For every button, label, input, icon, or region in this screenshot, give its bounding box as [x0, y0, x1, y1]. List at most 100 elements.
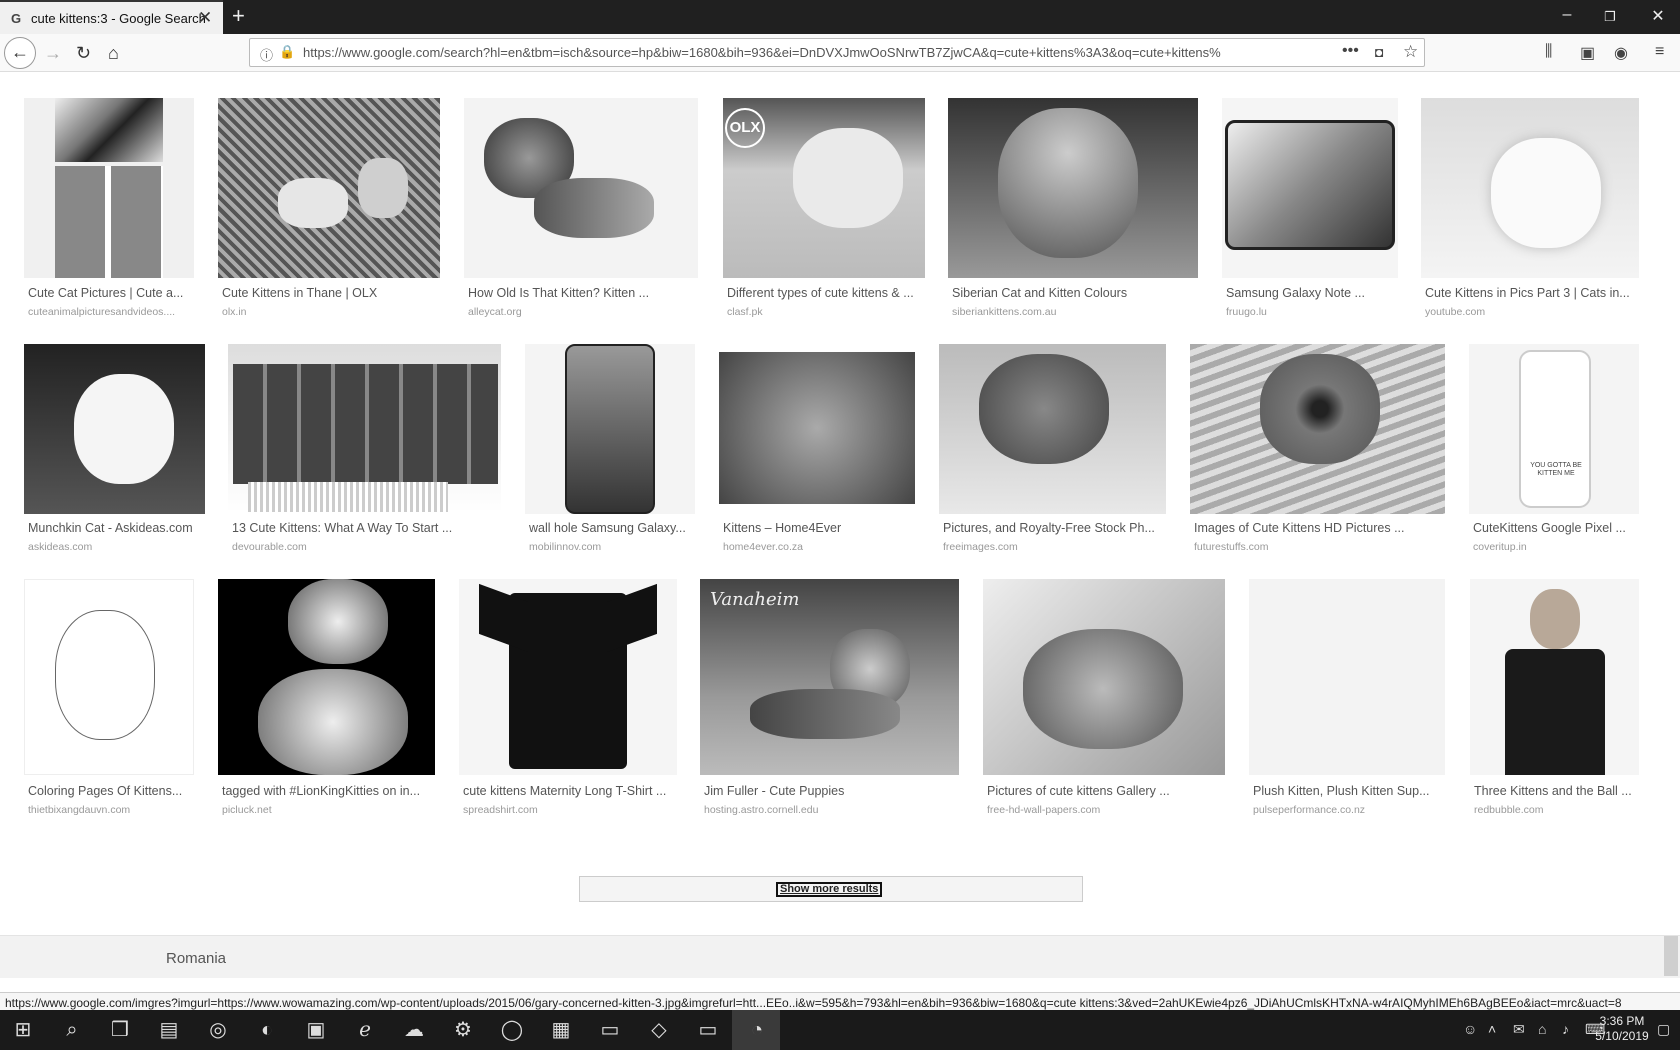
result-source: free-hd-wall-papers.com — [987, 804, 1101, 816]
result-image-21[interactable] — [1470, 579, 1639, 775]
result-caption[interactable]: 13 Cute Kittens: What A Way To Start ... — [232, 521, 501, 535]
menu-icon[interactable]: ≡ — [1655, 43, 1664, 61]
result-source: alleycat.org — [468, 306, 522, 318]
task-view-icon[interactable]: ❒ — [107, 1017, 133, 1043]
result-caption[interactable]: Pictures, and Royalty-Free Stock Ph... — [943, 521, 1166, 535]
result-image-9[interactable] — [228, 344, 501, 512]
result-caption[interactable]: Images of Cute Kittens HD Pictures ... — [1194, 521, 1445, 535]
result-caption[interactable]: Different types of cute kittens & ... — [727, 286, 925, 300]
bookmark-star-icon[interactable]: ☆ — [1403, 42, 1418, 62]
result-image-16[interactable] — [218, 579, 435, 775]
result-image-14[interactable]: YOU GOTTA BE KITTEN ME — [1469, 344, 1639, 514]
firefox-icon[interactable]: ◔ — [744, 1017, 770, 1043]
chrome-icon[interactable]: ◎ — [205, 1017, 231, 1043]
result-source: askideas.com — [28, 541, 93, 553]
result-caption[interactable]: cute kittens Maternity Long T-Shirt ... — [463, 784, 677, 798]
library-icon[interactable]: ⫼ — [1545, 43, 1552, 61]
account-icon[interactable]: ◉ — [1614, 43, 1628, 63]
scrollbar-thumb[interactable] — [1664, 936, 1678, 976]
result-image-13[interactable] — [1190, 344, 1445, 514]
result-image-8[interactable] — [24, 344, 205, 514]
result-source: home4ever.co.za — [723, 541, 803, 553]
result-image-3[interactable] — [464, 98, 698, 278]
console-icon[interactable]: ▭ — [695, 1017, 721, 1043]
windows-start-icon[interactable]: ⊞ — [10, 1017, 36, 1043]
result-caption[interactable]: tagged with #LionKingKitties on in... — [222, 784, 435, 798]
tab-active[interactable]: G cute kittens:3 - Google Search ✕ — [0, 0, 223, 34]
clock-date: 5/10/2019 — [1595, 1029, 1649, 1043]
result-caption[interactable]: Siberian Cat and Kitten Colours — [952, 286, 1198, 300]
new-tab-icon[interactable]: + — [232, 3, 245, 29]
result-caption[interactable]: wall hole Samsung Galaxy... — [529, 521, 695, 535]
taskbar: ⊞ ⌕ ❒ ▤ ◎ ◐ ▣ ℯ ☁ ⚙ ◯ ▦ ▭ ◇ ▭ ◔ ☺ ˄ ✉ ⌂ … — [0, 1010, 1680, 1050]
result-image-1[interactable] — [24, 98, 194, 278]
cloud-app-icon[interactable]: ☁ — [401, 1017, 427, 1043]
result-image-15[interactable] — [24, 579, 194, 775]
firefox-dev-icon[interactable]: ◐ — [254, 1017, 280, 1043]
address-bar[interactable]: ⓘ 🔒 https://www.google.com/search?hl=en&… — [249, 38, 1425, 67]
result-caption[interactable]: Kittens – Home4Ever — [723, 521, 915, 535]
pycharm-icon[interactable]: ▦ — [548, 1017, 574, 1043]
tab-close-icon[interactable]: ✕ — [198, 8, 212, 28]
show-more-label[interactable]: Show more results — [776, 882, 883, 897]
home-button[interactable]: ⌂ — [108, 43, 119, 64]
result-image-5[interactable] — [948, 98, 1198, 278]
tray-people-icon[interactable]: ☺ — [1463, 1021, 1477, 1037]
result-image-18[interactable]: Vanaheim — [700, 579, 959, 775]
result-caption[interactable]: Cute Kittens in Thane | OLX — [222, 286, 440, 300]
info-icon[interactable]: ⓘ — [260, 45, 273, 64]
result-caption[interactable]: How Old Is That Kitten? Kitten ... — [468, 286, 698, 300]
result-image-17[interactable] — [459, 579, 677, 775]
edge-icon[interactable]: ℯ — [352, 1017, 378, 1043]
tray-mail-icon[interactable]: ✉ — [1513, 1021, 1525, 1038]
opera-icon[interactable]: ◯ — [499, 1017, 525, 1043]
result-caption[interactable]: Pictures of cute kittens Gallery ... — [987, 784, 1225, 798]
terminal-icon[interactable]: ▭ — [597, 1017, 623, 1043]
result-caption[interactable]: CuteKittens Google Pixel ... — [1473, 521, 1639, 535]
network-icon[interactable]: ⌂ — [1538, 1021, 1546, 1037]
result-caption[interactable]: Plush Kitten, Plush Kitten Sup... — [1253, 784, 1445, 798]
result-image-10[interactable] — [525, 344, 695, 514]
back-button[interactable]: ← — [4, 37, 36, 69]
result-image-20[interactable] — [1249, 579, 1445, 775]
result-image-11[interactable] — [719, 352, 915, 504]
notifications-icon[interactable]: ▢ — [1657, 1021, 1670, 1038]
sidebar-icon[interactable]: ▣ — [1580, 43, 1595, 63]
save-icon[interactable]: ▣ — [303, 1017, 329, 1043]
restore-icon[interactable]: ❐ — [1595, 9, 1625, 25]
result-source: siberiankittens.com.au — [952, 306, 1057, 318]
result-source: thietbixangdauvn.com — [28, 804, 131, 816]
window-close-icon[interactable]: ✕ — [1643, 6, 1673, 26]
minimize-icon[interactable]: – — [1552, 6, 1582, 24]
google-favicon-icon: G — [11, 11, 22, 26]
reload-button[interactable]: ↻ — [76, 43, 91, 64]
result-image-4[interactable]: OLX — [723, 98, 925, 278]
result-caption[interactable]: Munchkin Cat - Askideas.com — [28, 521, 205, 535]
result-caption[interactable]: Samsung Galaxy Note ... — [1226, 286, 1398, 300]
result-image-19[interactable] — [983, 579, 1225, 775]
volume-icon[interactable]: ♪ — [1562, 1021, 1569, 1037]
result-caption[interactable]: Coloring Pages Of Kittens... — [28, 784, 194, 798]
forward-button[interactable]: → — [44, 43, 62, 64]
navigation-bar: ← → ↻ ⌂ ⓘ 🔒 https://www.google.com/searc… — [0, 34, 1680, 72]
pocket-icon[interactable]: ◘ — [1375, 44, 1383, 60]
result-image-6[interactable] — [1222, 98, 1398, 278]
file-explorer-icon[interactable]: ▤ — [156, 1017, 182, 1043]
result-caption[interactable]: Cute Cat Pictures | Cute a... — [28, 286, 194, 300]
result-caption[interactable]: Cute Kittens in Pics Part 3 | Cats in... — [1425, 286, 1639, 300]
result-image-12[interactable] — [939, 344, 1166, 514]
page-actions-icon[interactable]: ••• — [1342, 42, 1359, 60]
url-text[interactable]: https://www.google.com/search?hl=en&tbm=… — [303, 45, 1303, 60]
settings-app-icon[interactable]: ⚙ — [450, 1017, 476, 1043]
result-caption[interactable]: Three Kittens and the Ball ... — [1474, 784, 1639, 798]
result-source: clasf.pk — [727, 306, 763, 318]
result-caption[interactable]: Jim Fuller - Cute Puppies — [704, 784, 959, 798]
clock[interactable]: 3:36 PM 5/10/2019 — [1587, 1014, 1657, 1044]
tab-title: cute kittens:3 - Google Search — [31, 11, 206, 26]
result-image-7[interactable] — [1421, 98, 1639, 278]
visual-studio-icon[interactable]: ◇ — [646, 1017, 672, 1043]
tray-chevron-icon[interactable]: ˄ — [1488, 1021, 1496, 1037]
result-image-2[interactable] — [218, 98, 440, 278]
search-icon[interactable]: ⌕ — [59, 1017, 85, 1043]
show-more-results-button[interactable]: Show more results — [579, 876, 1083, 902]
